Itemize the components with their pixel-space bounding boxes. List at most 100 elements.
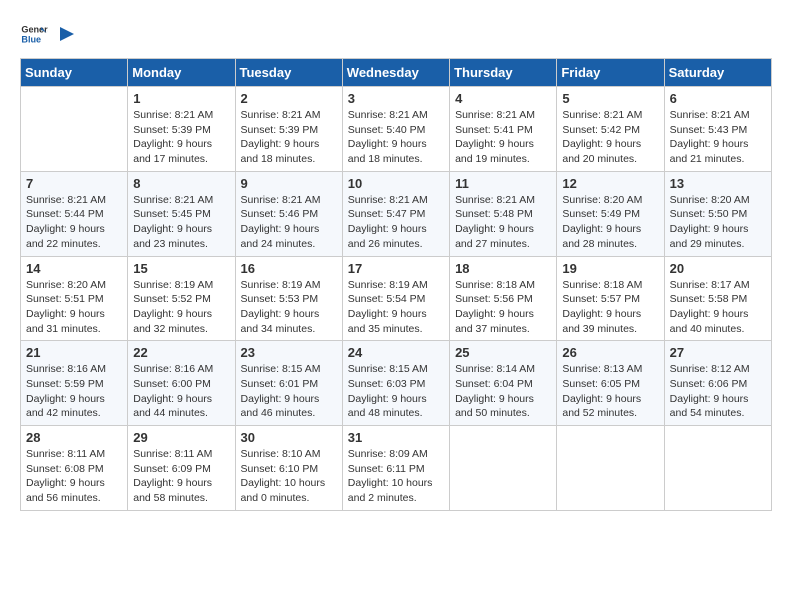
week-row-1: 1 Sunrise: 8:21 AMSunset: 5:39 PMDaylight… bbox=[21, 87, 772, 172]
day-cell: 4 Sunrise: 8:21 AMSunset: 5:41 PMDaylight… bbox=[450, 87, 557, 172]
day-info: Sunrise: 8:21 AMSunset: 5:41 PMDaylight:… bbox=[455, 108, 551, 167]
day-cell: 25Sunrise: 8:14 AMSunset: 6:04 PMDayligh… bbox=[450, 341, 557, 426]
day-info: Sunrise: 8:19 AMSunset: 5:54 PMDaylight:… bbox=[348, 278, 444, 337]
day-cell: 7 Sunrise: 8:21 AMSunset: 5:44 PMDaylight… bbox=[21, 171, 128, 256]
day-number: 14 bbox=[26, 261, 122, 276]
day-number: 1 bbox=[133, 91, 229, 106]
day-number: 22 bbox=[133, 345, 229, 360]
week-row-3: 14 Sunrise: 8:20 AMSunset: 5:51 PMDayligh… bbox=[21, 256, 772, 341]
day-header-saturday: Saturday bbox=[664, 59, 771, 87]
day-cell: 28 Sunrise: 8:11 AMSunset: 6:08 PMDayligh… bbox=[21, 426, 128, 511]
day-number: 26 bbox=[562, 345, 658, 360]
day-number: 18 bbox=[455, 261, 551, 276]
header-row: SundayMondayTuesdayWednesdayThursdayFrid… bbox=[21, 59, 772, 87]
day-cell: 8 Sunrise: 8:21 AMSunset: 5:45 PMDaylight… bbox=[128, 171, 235, 256]
day-info: Sunrise: 8:21 AMSunset: 5:46 PMDaylight:… bbox=[241, 193, 337, 252]
logo-icon: General Blue bbox=[20, 20, 48, 48]
day-cell: 13Sunrise: 8:20 AMSunset: 5:50 PMDayligh… bbox=[664, 171, 771, 256]
day-info: Sunrise: 8:16 AMSunset: 5:59 PMDaylight:… bbox=[26, 362, 122, 421]
day-cell: 23Sunrise: 8:15 AMSunset: 6:01 PMDayligh… bbox=[235, 341, 342, 426]
day-cell: 15Sunrise: 8:19 AMSunset: 5:52 PMDayligh… bbox=[128, 256, 235, 341]
day-number: 23 bbox=[241, 345, 337, 360]
day-cell bbox=[21, 87, 128, 172]
day-info: Sunrise: 8:21 AMSunset: 5:39 PMDaylight:… bbox=[133, 108, 229, 167]
day-info: Sunrise: 8:18 AMSunset: 5:57 PMDaylight:… bbox=[562, 278, 658, 337]
day-number: 13 bbox=[670, 176, 766, 191]
day-number: 19 bbox=[562, 261, 658, 276]
day-info: Sunrise: 8:21 AMSunset: 5:45 PMDaylight:… bbox=[133, 193, 229, 252]
day-number: 10 bbox=[348, 176, 444, 191]
day-info: Sunrise: 8:17 AMSunset: 5:58 PMDaylight:… bbox=[670, 278, 766, 337]
day-number: 27 bbox=[670, 345, 766, 360]
day-number: 8 bbox=[133, 176, 229, 191]
calendar-table: SundayMondayTuesdayWednesdayThursdayFrid… bbox=[20, 58, 772, 511]
day-number: 30 bbox=[241, 430, 337, 445]
logo-arrow-icon bbox=[56, 23, 78, 45]
logo: General Blue bbox=[20, 20, 78, 48]
day-info: Sunrise: 8:10 AMSunset: 6:10 PMDaylight:… bbox=[241, 447, 337, 506]
day-cell: 21 Sunrise: 8:16 AMSunset: 5:59 PMDayligh… bbox=[21, 341, 128, 426]
day-info: Sunrise: 8:20 AMSunset: 5:51 PMDaylight:… bbox=[26, 278, 122, 337]
week-row-2: 7 Sunrise: 8:21 AMSunset: 5:44 PMDaylight… bbox=[21, 171, 772, 256]
day-header-wednesday: Wednesday bbox=[342, 59, 449, 87]
day-info: Sunrise: 8:21 AMSunset: 5:42 PMDaylight:… bbox=[562, 108, 658, 167]
day-cell: 26 Sunrise: 8:13 AMSunset: 6:05 PMDayligh… bbox=[557, 341, 664, 426]
day-info: Sunrise: 8:12 AMSunset: 6:06 PMDaylight:… bbox=[670, 362, 766, 421]
day-cell: 20 Sunrise: 8:17 AMSunset: 5:58 PMDayligh… bbox=[664, 256, 771, 341]
day-cell: 19 Sunrise: 8:18 AMSunset: 5:57 PMDayligh… bbox=[557, 256, 664, 341]
page-header: General Blue bbox=[20, 20, 772, 48]
day-number: 16 bbox=[241, 261, 337, 276]
day-info: Sunrise: 8:11 AMSunset: 6:08 PMDaylight:… bbox=[26, 447, 122, 506]
day-number: 28 bbox=[26, 430, 122, 445]
day-cell: 30 Sunrise: 8:10 AMSunset: 6:10 PMDayligh… bbox=[235, 426, 342, 511]
day-cell: 17 Sunrise: 8:19 AMSunset: 5:54 PMDayligh… bbox=[342, 256, 449, 341]
day-header-monday: Monday bbox=[128, 59, 235, 87]
day-number: 4 bbox=[455, 91, 551, 106]
day-info: Sunrise: 8:20 AMSunset: 5:49 PMDaylight:… bbox=[562, 193, 658, 252]
day-cell: 22 Sunrise: 8:16 AMSunset: 6:00 PMDayligh… bbox=[128, 341, 235, 426]
svg-text:General: General bbox=[21, 25, 48, 35]
day-cell: 11Sunrise: 8:21 AMSunset: 5:48 PMDayligh… bbox=[450, 171, 557, 256]
day-info: Sunrise: 8:21 AMSunset: 5:39 PMDaylight:… bbox=[241, 108, 337, 167]
day-info: Sunrise: 8:21 AMSunset: 5:48 PMDaylight:… bbox=[455, 193, 551, 252]
day-cell: 6Sunrise: 8:21 AMSunset: 5:43 PMDaylight… bbox=[664, 87, 771, 172]
day-cell: 1 Sunrise: 8:21 AMSunset: 5:39 PMDaylight… bbox=[128, 87, 235, 172]
day-cell: 27 Sunrise: 8:12 AMSunset: 6:06 PMDayligh… bbox=[664, 341, 771, 426]
day-number: 21 bbox=[26, 345, 122, 360]
day-cell bbox=[557, 426, 664, 511]
day-number: 31 bbox=[348, 430, 444, 445]
day-info: Sunrise: 8:09 AMSunset: 6:11 PMDaylight:… bbox=[348, 447, 444, 506]
day-number: 7 bbox=[26, 176, 122, 191]
day-info: Sunrise: 8:11 AMSunset: 6:09 PMDaylight:… bbox=[133, 447, 229, 506]
day-number: 15 bbox=[133, 261, 229, 276]
day-header-sunday: Sunday bbox=[21, 59, 128, 87]
day-cell: 29 Sunrise: 8:11 AMSunset: 6:09 PMDayligh… bbox=[128, 426, 235, 511]
day-number: 20 bbox=[670, 261, 766, 276]
day-cell: 16Sunrise: 8:19 AMSunset: 5:53 PMDayligh… bbox=[235, 256, 342, 341]
day-cell: 24Sunrise: 8:15 AMSunset: 6:03 PMDayligh… bbox=[342, 341, 449, 426]
day-cell: 9 Sunrise: 8:21 AMSunset: 5:46 PMDaylight… bbox=[235, 171, 342, 256]
day-info: Sunrise: 8:13 AMSunset: 6:05 PMDaylight:… bbox=[562, 362, 658, 421]
day-number: 9 bbox=[241, 176, 337, 191]
day-number: 29 bbox=[133, 430, 229, 445]
week-row-4: 21 Sunrise: 8:16 AMSunset: 5:59 PMDayligh… bbox=[21, 341, 772, 426]
day-header-tuesday: Tuesday bbox=[235, 59, 342, 87]
day-info: Sunrise: 8:16 AMSunset: 6:00 PMDaylight:… bbox=[133, 362, 229, 421]
day-cell: 14 Sunrise: 8:20 AMSunset: 5:51 PMDayligh… bbox=[21, 256, 128, 341]
day-number: 17 bbox=[348, 261, 444, 276]
day-cell bbox=[450, 426, 557, 511]
day-cell: 31 Sunrise: 8:09 AMSunset: 6:11 PMDayligh… bbox=[342, 426, 449, 511]
day-cell bbox=[664, 426, 771, 511]
day-cell: 5Sunrise: 8:21 AMSunset: 5:42 PMDaylight… bbox=[557, 87, 664, 172]
day-cell: 10 Sunrise: 8:21 AMSunset: 5:47 PMDayligh… bbox=[342, 171, 449, 256]
day-info: Sunrise: 8:18 AMSunset: 5:56 PMDaylight:… bbox=[455, 278, 551, 337]
day-info: Sunrise: 8:21 AMSunset: 5:44 PMDaylight:… bbox=[26, 193, 122, 252]
day-info: Sunrise: 8:21 AMSunset: 5:40 PMDaylight:… bbox=[348, 108, 444, 167]
day-cell: 3Sunrise: 8:21 AMSunset: 5:40 PMDaylight… bbox=[342, 87, 449, 172]
day-info: Sunrise: 8:21 AMSunset: 5:43 PMDaylight:… bbox=[670, 108, 766, 167]
day-number: 2 bbox=[241, 91, 337, 106]
week-row-5: 28 Sunrise: 8:11 AMSunset: 6:08 PMDayligh… bbox=[21, 426, 772, 511]
day-number: 24 bbox=[348, 345, 444, 360]
day-info: Sunrise: 8:21 AMSunset: 5:47 PMDaylight:… bbox=[348, 193, 444, 252]
day-cell: 12Sunrise: 8:20 AMSunset: 5:49 PMDayligh… bbox=[557, 171, 664, 256]
